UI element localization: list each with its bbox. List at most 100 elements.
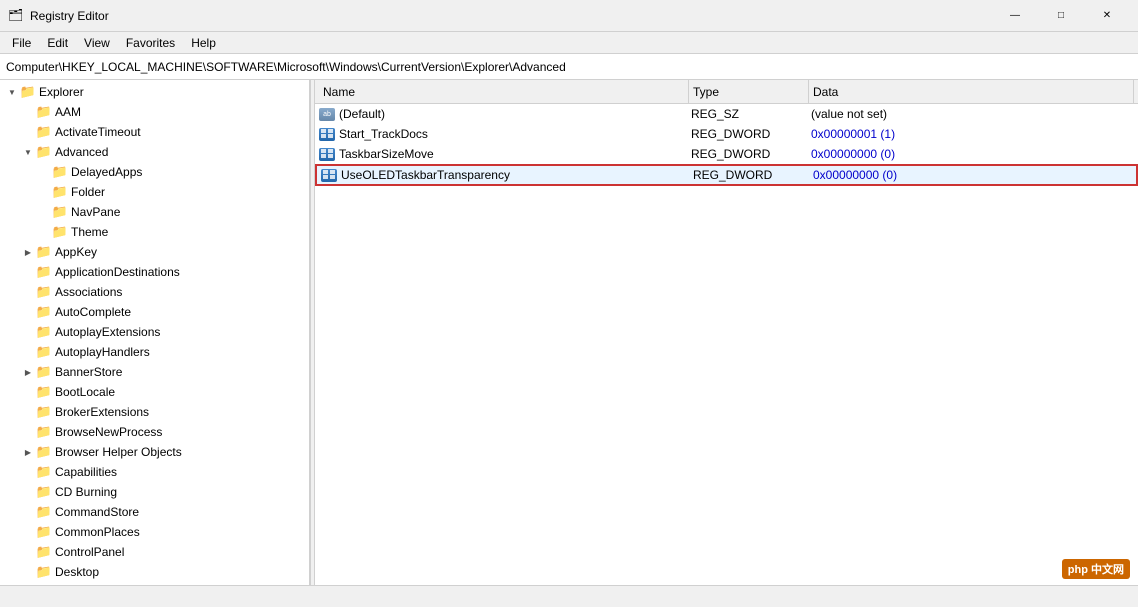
entry-type-useoledtaskbartransparency: REG_DWORD bbox=[693, 168, 813, 182]
tree-expander-appkey[interactable] bbox=[20, 244, 36, 260]
window-title: Registry Editor bbox=[30, 9, 109, 23]
entry-name-start_trackdocs: Start_TrackDocs bbox=[339, 127, 691, 141]
entry-type-default: REG_SZ bbox=[691, 107, 811, 121]
folder-icon-applicationdestinations bbox=[36, 264, 52, 280]
tree-label-bannerstore: BannerStore bbox=[55, 365, 122, 379]
tree-item-associations[interactable]: Associations bbox=[0, 282, 309, 302]
tree-expander-advanced[interactable] bbox=[20, 144, 36, 160]
tree-item-desktop[interactable]: Desktop bbox=[0, 562, 309, 582]
tree-item-capabilities[interactable]: Capabilities bbox=[0, 462, 309, 482]
tree-item-delayedapps[interactable]: DelayedApps bbox=[0, 162, 309, 182]
entry-row-useoledtaskbartransparency[interactable]: UseOLEDTaskbarTransparencyREG_DWORD0x000… bbox=[315, 164, 1138, 186]
col-header-type[interactable]: Type bbox=[689, 80, 809, 103]
tree-label-autoplayextensions: AutoplayExtensions bbox=[55, 325, 160, 339]
tree-item-autoplayhandlers[interactable]: AutoplayHandlers bbox=[0, 342, 309, 362]
tree-item-commonplaces[interactable]: CommonPlaces bbox=[0, 522, 309, 542]
tree-label-desktop: Desktop bbox=[55, 565, 99, 579]
tree-item-browsenewprocess[interactable]: BrowseNewProcess bbox=[0, 422, 309, 442]
tree-item-autoplayextensions[interactable]: AutoplayExtensions bbox=[0, 322, 309, 342]
folder-icon-bootlocale bbox=[36, 384, 52, 400]
tree-panel[interactable]: ExplorerAAMActivateTimeout Advanced Delaye… bbox=[0, 80, 310, 585]
right-panel: Name Type Data ab(Default)REG_SZ(value n… bbox=[315, 80, 1138, 585]
tree-item-folder[interactable]: Folder bbox=[0, 182, 309, 202]
tree-item-appkey[interactable]: AppKey bbox=[0, 242, 309, 262]
dword-icon-taskbarsizemove bbox=[319, 148, 335, 161]
entry-name-useoledtaskbartransparency: UseOLEDTaskbarTransparency bbox=[341, 168, 693, 182]
tree-label-brokerextensions: BrokerExtensions bbox=[55, 405, 149, 419]
tree-item-activatetimeout[interactable]: ActivateTimeout bbox=[0, 122, 309, 142]
col-header-name[interactable]: Name bbox=[319, 80, 689, 103]
tree-label-browsenewprocess: BrowseNewProcess bbox=[55, 425, 162, 439]
folder-icon-advanced bbox=[36, 144, 52, 160]
entries-area[interactable]: ab(Default)REG_SZ(value not set)Start_Tr… bbox=[315, 104, 1138, 585]
tree-item-advanced[interactable]: Advanced bbox=[0, 142, 309, 162]
tree-label-cdburning: CD Burning bbox=[55, 485, 117, 499]
folder-icon-autoplayhandlers bbox=[36, 344, 52, 360]
folder-icon-folder bbox=[52, 184, 68, 200]
tree-expander-explorer[interactable] bbox=[4, 84, 20, 100]
menu-view[interactable]: View bbox=[76, 34, 118, 52]
status-bar bbox=[0, 585, 1138, 607]
tree-label-bootlocale: BootLocale bbox=[55, 385, 115, 399]
maximize-button[interactable]: □ bbox=[1038, 0, 1084, 32]
folder-icon-cdburning bbox=[36, 484, 52, 500]
entry-data-useoledtaskbartransparency: 0x00000000 (0) bbox=[813, 168, 1132, 182]
title-bar-left: 🗂 Registry Editor bbox=[8, 8, 109, 24]
tree-item-browserhelperobjects[interactable]: Browser Helper Objects bbox=[0, 442, 309, 462]
column-headers: Name Type Data bbox=[315, 80, 1138, 104]
folder-icon-appkey bbox=[36, 244, 52, 260]
php-watermark: php 中文网 bbox=[1062, 559, 1130, 579]
tree-label-delayedapps: DelayedApps bbox=[71, 165, 142, 179]
tree-item-aam[interactable]: AAM bbox=[0, 102, 309, 122]
tree-item-autocomplete[interactable]: AutoComplete bbox=[0, 302, 309, 322]
menu-favorites[interactable]: Favorites bbox=[118, 34, 183, 52]
tree-item-brokerextensions[interactable]: BrokerExtensions bbox=[0, 402, 309, 422]
tree-item-commandstore[interactable]: CommandStore bbox=[0, 502, 309, 522]
folder-icon-delayedapps bbox=[52, 164, 68, 180]
tree-expander-browserhelperobjects[interactable] bbox=[20, 444, 36, 460]
dword-icon-useoledtaskbartransparency bbox=[321, 169, 337, 182]
folder-icon-controlpanel bbox=[36, 544, 52, 560]
tree-item-explorer[interactable]: Explorer bbox=[0, 82, 309, 102]
entry-data-taskbarsizemove: 0x00000000 (0) bbox=[811, 147, 1134, 161]
tree-label-browserhelperobjects: Browser Helper Objects bbox=[55, 445, 182, 459]
tree-label-appkey: AppKey bbox=[55, 245, 97, 259]
menu-help[interactable]: Help bbox=[183, 34, 224, 52]
entry-row-default[interactable]: ab(Default)REG_SZ(value not set) bbox=[315, 104, 1138, 124]
folder-icon-theme bbox=[52, 224, 68, 240]
tree-expander-bannerstore[interactable] bbox=[20, 364, 36, 380]
menu-file[interactable]: File bbox=[4, 34, 39, 52]
minimize-button[interactable]: — bbox=[992, 0, 1038, 32]
tree-label-capabilities: Capabilities bbox=[55, 465, 117, 479]
menu-edit[interactable]: Edit bbox=[39, 34, 76, 52]
folder-icon-autoplayextensions bbox=[36, 324, 52, 340]
tree-item-applicationdestinations[interactable]: ApplicationDestinations bbox=[0, 262, 309, 282]
tree-label-autocomplete: AutoComplete bbox=[55, 305, 131, 319]
entry-data-start_trackdocs: 0x00000001 (1) bbox=[811, 127, 1134, 141]
folder-icon-aam bbox=[36, 104, 52, 120]
tree-item-controlpanel[interactable]: ControlPanel bbox=[0, 542, 309, 562]
tree-item-theme[interactable]: Theme bbox=[0, 222, 309, 242]
tree-label-folder: Folder bbox=[71, 185, 105, 199]
string-icon-default: ab bbox=[319, 108, 335, 121]
entry-name-taskbarsizemove: TaskbarSizeMove bbox=[339, 147, 691, 161]
close-button[interactable]: ✕ bbox=[1084, 0, 1130, 32]
entry-row-start_trackdocs[interactable]: Start_TrackDocsREG_DWORD0x00000001 (1) bbox=[315, 124, 1138, 144]
main-area: ExplorerAAMActivateTimeout Advanced Delaye… bbox=[0, 80, 1138, 585]
tree-label-associations: Associations bbox=[55, 285, 122, 299]
folder-icon-brokerextensions bbox=[36, 404, 52, 420]
tree-item-bootlocale[interactable]: BootLocale bbox=[0, 382, 309, 402]
address-bar: Computer\HKEY_LOCAL_MACHINE\SOFTWARE\Mic… bbox=[0, 54, 1138, 80]
menu-bar: File Edit View Favorites Help bbox=[0, 32, 1138, 54]
tree-label-advanced: Advanced bbox=[55, 145, 108, 159]
tree-item-navpane[interactable]: NavPane bbox=[0, 202, 309, 222]
col-header-data[interactable]: Data bbox=[809, 80, 1134, 103]
folder-icon-autocomplete bbox=[36, 304, 52, 320]
tree-item-cdburning[interactable]: CD Burning bbox=[0, 482, 309, 502]
folder-icon-capabilities bbox=[36, 464, 52, 480]
folder-icon-desktop bbox=[36, 564, 52, 580]
entry-row-taskbarsizemove[interactable]: TaskbarSizeMoveREG_DWORD0x00000000 (0) bbox=[315, 144, 1138, 164]
folder-icon-associations bbox=[36, 284, 52, 300]
tree-label-commandstore: CommandStore bbox=[55, 505, 139, 519]
tree-item-bannerstore[interactable]: BannerStore bbox=[0, 362, 309, 382]
